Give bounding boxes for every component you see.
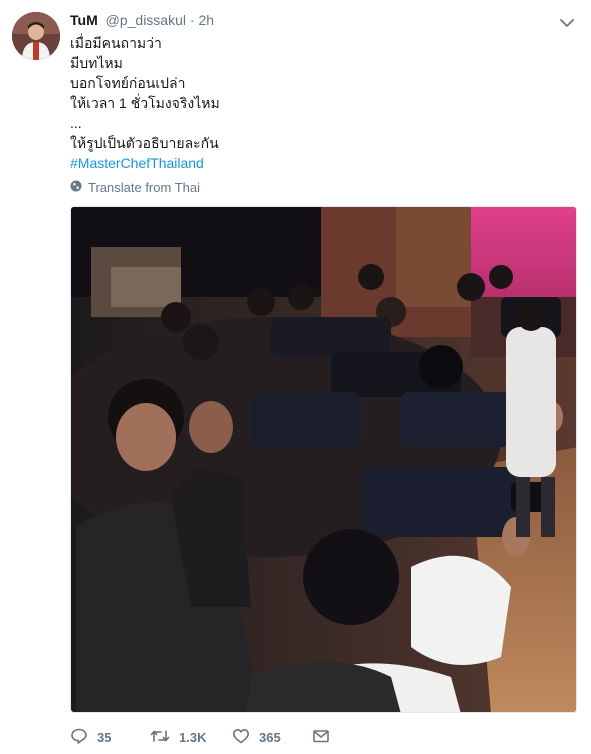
envelope-icon [312,727,330,748]
tweet-photo[interactable] [70,206,577,713]
retweet-button[interactable]: 1.3K [150,727,232,748]
reply-icon [70,727,88,748]
reply-button[interactable]: 35 [70,727,150,748]
user-handle[interactable]: @p_dissakul [106,12,186,28]
tweet-text-line: เมื่อมีคนถามว่า [70,35,162,51]
tweet-text-line: ให้รูปเป็นตัวอธิบายละกัน [70,135,219,151]
tweet-text-line: ให้เวลา 1 ชั่วโมงจริงไหม [70,95,220,111]
tweet: TuM @p_dissakul · 2h เมื่อมีคนถามว่า มีบ… [0,0,591,754]
tweet-text-line: บอกโจทย์ก่อนเปล่า [70,75,186,91]
like-button[interactable]: 365 [232,727,312,748]
hashtag-link[interactable]: #MasterChefThailand [70,153,550,173]
retweet-icon [150,727,170,748]
separator-dot: · [189,12,195,28]
avatar[interactable] [12,12,60,60]
globe-icon [70,180,88,195]
translate-link[interactable]: Translate from Thai [70,178,200,196]
tweet-text-line: ... [70,115,82,131]
tweet-header: TuM @p_dissakul · 2h [70,12,214,32]
reply-count: 35 [97,729,112,745]
direct-message-button[interactable] [312,727,330,748]
timestamp[interactable]: 2h [198,12,214,28]
tweet-actions: 35 1.3K 365 [70,726,330,748]
tweet-text: เมื่อมีคนถามว่า มีบทไหม บอกโจทย์ก่อนเปล่… [70,33,550,173]
tweet-text-line: มีบทไหม [70,55,123,71]
like-count: 365 [259,729,281,745]
translate-label: Translate from Thai [88,179,200,195]
retweet-count: 1.3K [179,729,207,745]
heart-icon [232,727,250,748]
display-name[interactable]: TuM [70,12,98,28]
chevron-down-icon[interactable] [557,14,577,32]
